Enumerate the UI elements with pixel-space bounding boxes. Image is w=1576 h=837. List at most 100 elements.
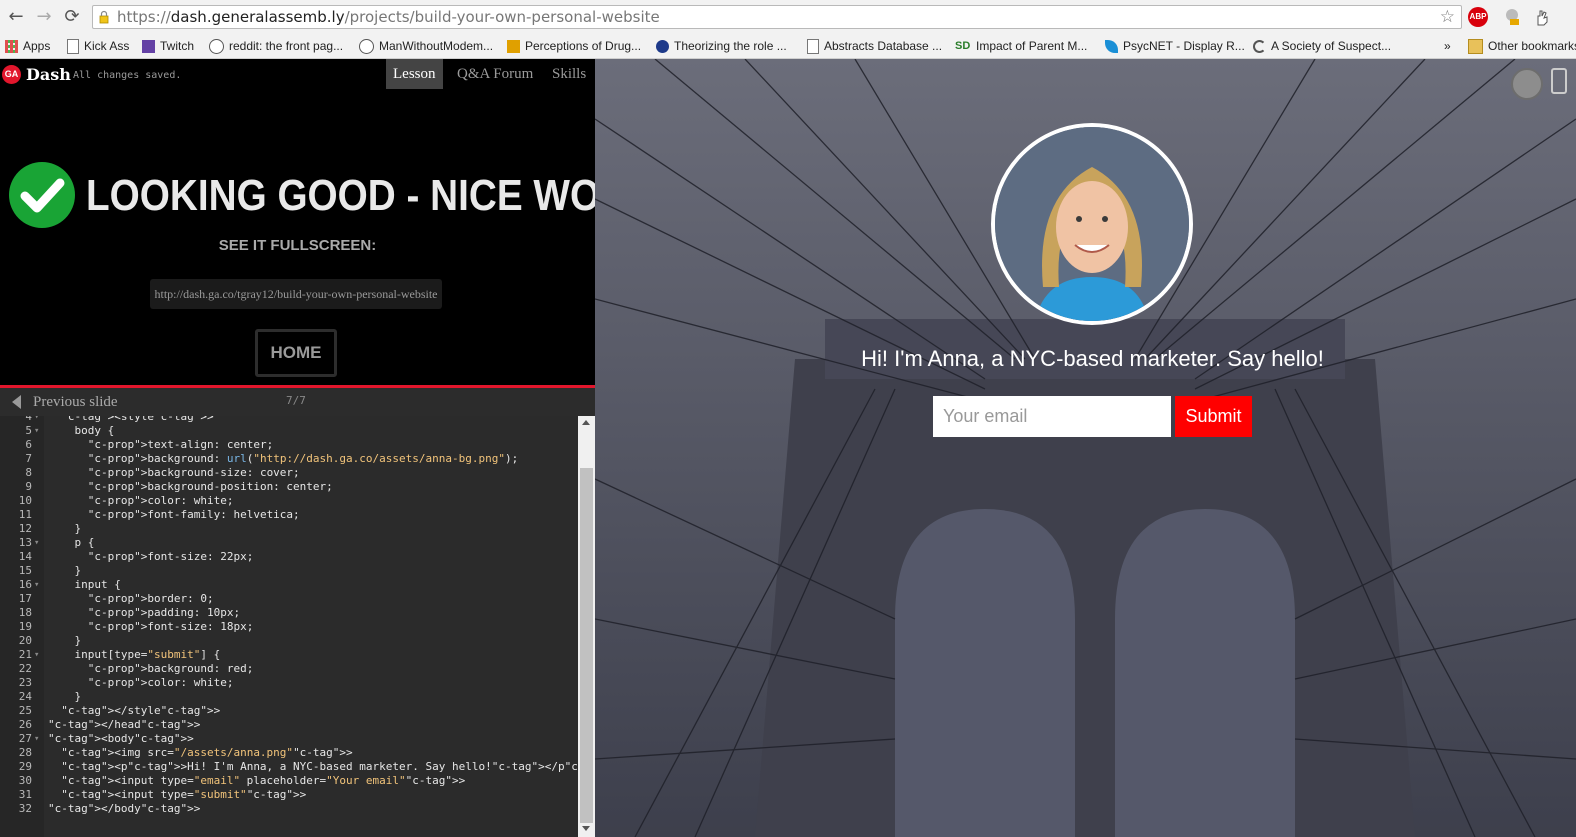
save-status: All changes saved.: [73, 70, 182, 81]
code-text: "c-prop">background: red;: [87, 662, 254, 675]
back-arrow-icon[interactable]: ←: [6, 6, 26, 28]
code-text: "c-tag"><body"c-tag">>: [48, 732, 194, 745]
fold-toggle-icon[interactable]: ▾: [34, 578, 39, 592]
bookmark-item[interactable]: Theorizing the role ...: [656, 37, 787, 55]
code-line[interactable]: 15 }: [0, 564, 578, 578]
code-line[interactable]: 24 }: [0, 690, 578, 704]
code-line[interactable]: 18 "c-prop">padding: 10px;: [0, 606, 578, 620]
bookmark-label: reddit: the front pag...: [229, 39, 344, 53]
bookmark-item[interactable]: ManWithoutModem...: [359, 37, 493, 55]
line-number: 14: [18, 550, 32, 563]
code-line[interactable]: 5 ▾ body {: [0, 424, 578, 438]
code-line[interactable]: 12 }: [0, 522, 578, 536]
code-line[interactable]: 29 "c-tag"><p"c-tag">>Hi! I'm Anna, a NY…: [0, 760, 595, 774]
tab-qa-forum[interactable]: Q&A Forum: [457, 59, 533, 89]
code-text: "c-tag"></body"c-tag">>: [48, 802, 201, 815]
scroll-down-icon[interactable]: [582, 826, 590, 831]
bookmark-item[interactable]: SD Impact of Parent M...: [955, 37, 1087, 55]
url-host: dash.generalassemb.ly: [170, 8, 345, 26]
scroll-up-icon[interactable]: [582, 420, 590, 425]
code-line[interactable]: 4 ▾ "c-tag"><style"c-tag">>: [0, 416, 578, 424]
code-line[interactable]: 21 ▾ input[type="submit"] {: [0, 648, 578, 662]
code-lines[interactable]: 4 ▾ "c-tag"><style"c-tag">> 5 ▾ body {6 "c-…: [0, 416, 595, 816]
adblock-icon[interactable]: ABP: [1468, 7, 1488, 27]
success-panel: LOOKING GOOD - NICE WORK! SEE IT FULLSCR…: [0, 89, 669, 385]
ga-logo[interactable]: GA: [2, 65, 21, 84]
hand-extension-icon[interactable]: [1532, 7, 1552, 27]
code-line[interactable]: 7 "c-prop">background: url("http://dash.…: [0, 452, 578, 466]
tab-skills[interactable]: Skills: [552, 59, 586, 89]
code-line[interactable]: 10 "c-prop">color: white;: [0, 494, 578, 508]
url-text: https://dash.generalassemb.ly/projects/b…: [117, 8, 660, 26]
code-line[interactable]: 27 ▾ "c-tag"><body"c-tag">>: [0, 732, 578, 746]
dash-title[interactable]: Dash: [26, 65, 71, 84]
code-line[interactable]: 17 "c-prop">border: 0;: [0, 592, 578, 606]
address-bar[interactable]: https://dash.generalassemb.ly/projects/b…: [92, 5, 1462, 29]
code-line[interactable]: 31 "c-tag"><input type="submit""c-tag">>: [0, 788, 578, 802]
mobile-view-icon[interactable]: [1551, 68, 1567, 94]
bookmark-item[interactable]: Abstracts Database ...: [807, 37, 942, 55]
bookmark-item[interactable]: Twitch: [142, 37, 194, 55]
bookmark-label: Perceptions of Drug...: [525, 39, 642, 53]
fold-toggle-icon[interactable]: ▾: [34, 536, 39, 550]
code-text: }: [48, 522, 82, 535]
bookmark-item[interactable]: A Society of Suspect...: [1253, 37, 1391, 55]
code-line[interactable]: 32 "c-tag"></body"c-tag">>: [0, 802, 578, 816]
scroll-thumb[interactable]: [580, 468, 593, 823]
bookmark-item[interactable]: Perceptions of Drug...: [507, 37, 641, 55]
bookmark-item[interactable]: PsycNET - Display R...: [1105, 37, 1245, 55]
line-number: 9: [25, 480, 32, 493]
code-line[interactable]: 26 "c-tag"></head"c-tag">>: [0, 718, 578, 732]
home-button[interactable]: HOME: [255, 329, 337, 377]
code-line[interactable]: 11 "c-prop">font-family: helvetica;: [0, 508, 578, 522]
editor-scrollbar[interactable]: [578, 416, 595, 837]
bookmark-item[interactable]: Apps: [5, 37, 50, 55]
scribd-icon: [656, 39, 669, 53]
bookmark-star-icon[interactable]: ☆: [1440, 7, 1455, 27]
lock-icon: [99, 10, 109, 24]
tab-lesson[interactable]: Lesson: [386, 59, 443, 89]
code-line[interactable]: 23 "c-prop">color: white;: [0, 676, 578, 690]
chevron-left-icon[interactable]: [12, 395, 21, 409]
line-number: 29: [18, 760, 32, 773]
code-line[interactable]: 19 "c-prop">font-size: 18px;: [0, 620, 578, 634]
code-line[interactable]: 9 "c-prop">background-position: center;: [0, 480, 578, 494]
submit-button[interactable]: [1175, 396, 1252, 437]
code-line[interactable]: 25 "c-tag"></style"c-tag">>: [0, 704, 578, 718]
sciencedirect-icon: SD: [955, 39, 971, 52]
fold-toggle-icon[interactable]: ▾: [34, 732, 39, 746]
code-editor[interactable]: 4 ▾ "c-tag"><style"c-tag">> 5 ▾ body {6 "c-…: [0, 416, 595, 837]
line-number: 5: [25, 424, 32, 437]
bookmarks-overflow[interactable]: »: [1444, 37, 1451, 55]
forward-arrow-icon[interactable]: →: [34, 6, 54, 28]
code-text: "c-prop">background-size: cover;: [87, 466, 300, 479]
email-field[interactable]: [933, 396, 1171, 437]
fold-toggle-icon[interactable]: ▾: [34, 648, 39, 662]
reload-icon[interactable]: ⟳: [62, 6, 82, 28]
code-text: "c-tag"></head"c-tag">>: [48, 718, 201, 731]
code-line[interactable]: 13 ▾ p {: [0, 536, 578, 550]
extension-icon[interactable]: [1502, 7, 1522, 27]
bookmark-label: PsycNET - Display R...: [1123, 39, 1245, 53]
code-line[interactable]: 16 ▾ input {: [0, 578, 578, 592]
code-line[interactable]: 28 "c-tag"><img src="/assets/anna.png""c…: [0, 746, 578, 760]
code-line[interactable]: 8 "c-prop">background-size: cover;: [0, 466, 578, 480]
fullscreen-url[interactable]: http://dash.ga.co/tgray12/build-your-own…: [150, 279, 442, 309]
code-line[interactable]: 14 "c-prop">font-size: 22px;: [0, 550, 578, 564]
code-line[interactable]: 30 "c-tag"><input type="email" placehold…: [0, 774, 578, 788]
line-number: 22: [18, 662, 32, 675]
line-number: 15: [18, 564, 32, 577]
desktop-view-toggle[interactable]: [1511, 68, 1543, 100]
code-line[interactable]: 20 }: [0, 634, 578, 648]
fold-toggle-icon[interactable]: ▾: [34, 416, 39, 424]
code-text: input {: [48, 578, 121, 591]
code-line[interactable]: 6 "c-prop">text-align: center;: [0, 438, 578, 452]
code-line[interactable]: 22 "c-prop">background: red;: [0, 662, 578, 676]
fold-toggle-icon[interactable]: ▾: [34, 424, 39, 438]
line-number: 19: [18, 620, 32, 633]
bookmark-item[interactable]: Kick Ass: [67, 37, 129, 55]
other-bookmarks[interactable]: Other bookmarks: [1468, 37, 1576, 55]
bookmark-label: Apps: [23, 39, 51, 53]
previous-slide-link[interactable]: Previous slide: [33, 394, 118, 411]
bookmark-item[interactable]: reddit: the front pag...: [209, 37, 343, 55]
